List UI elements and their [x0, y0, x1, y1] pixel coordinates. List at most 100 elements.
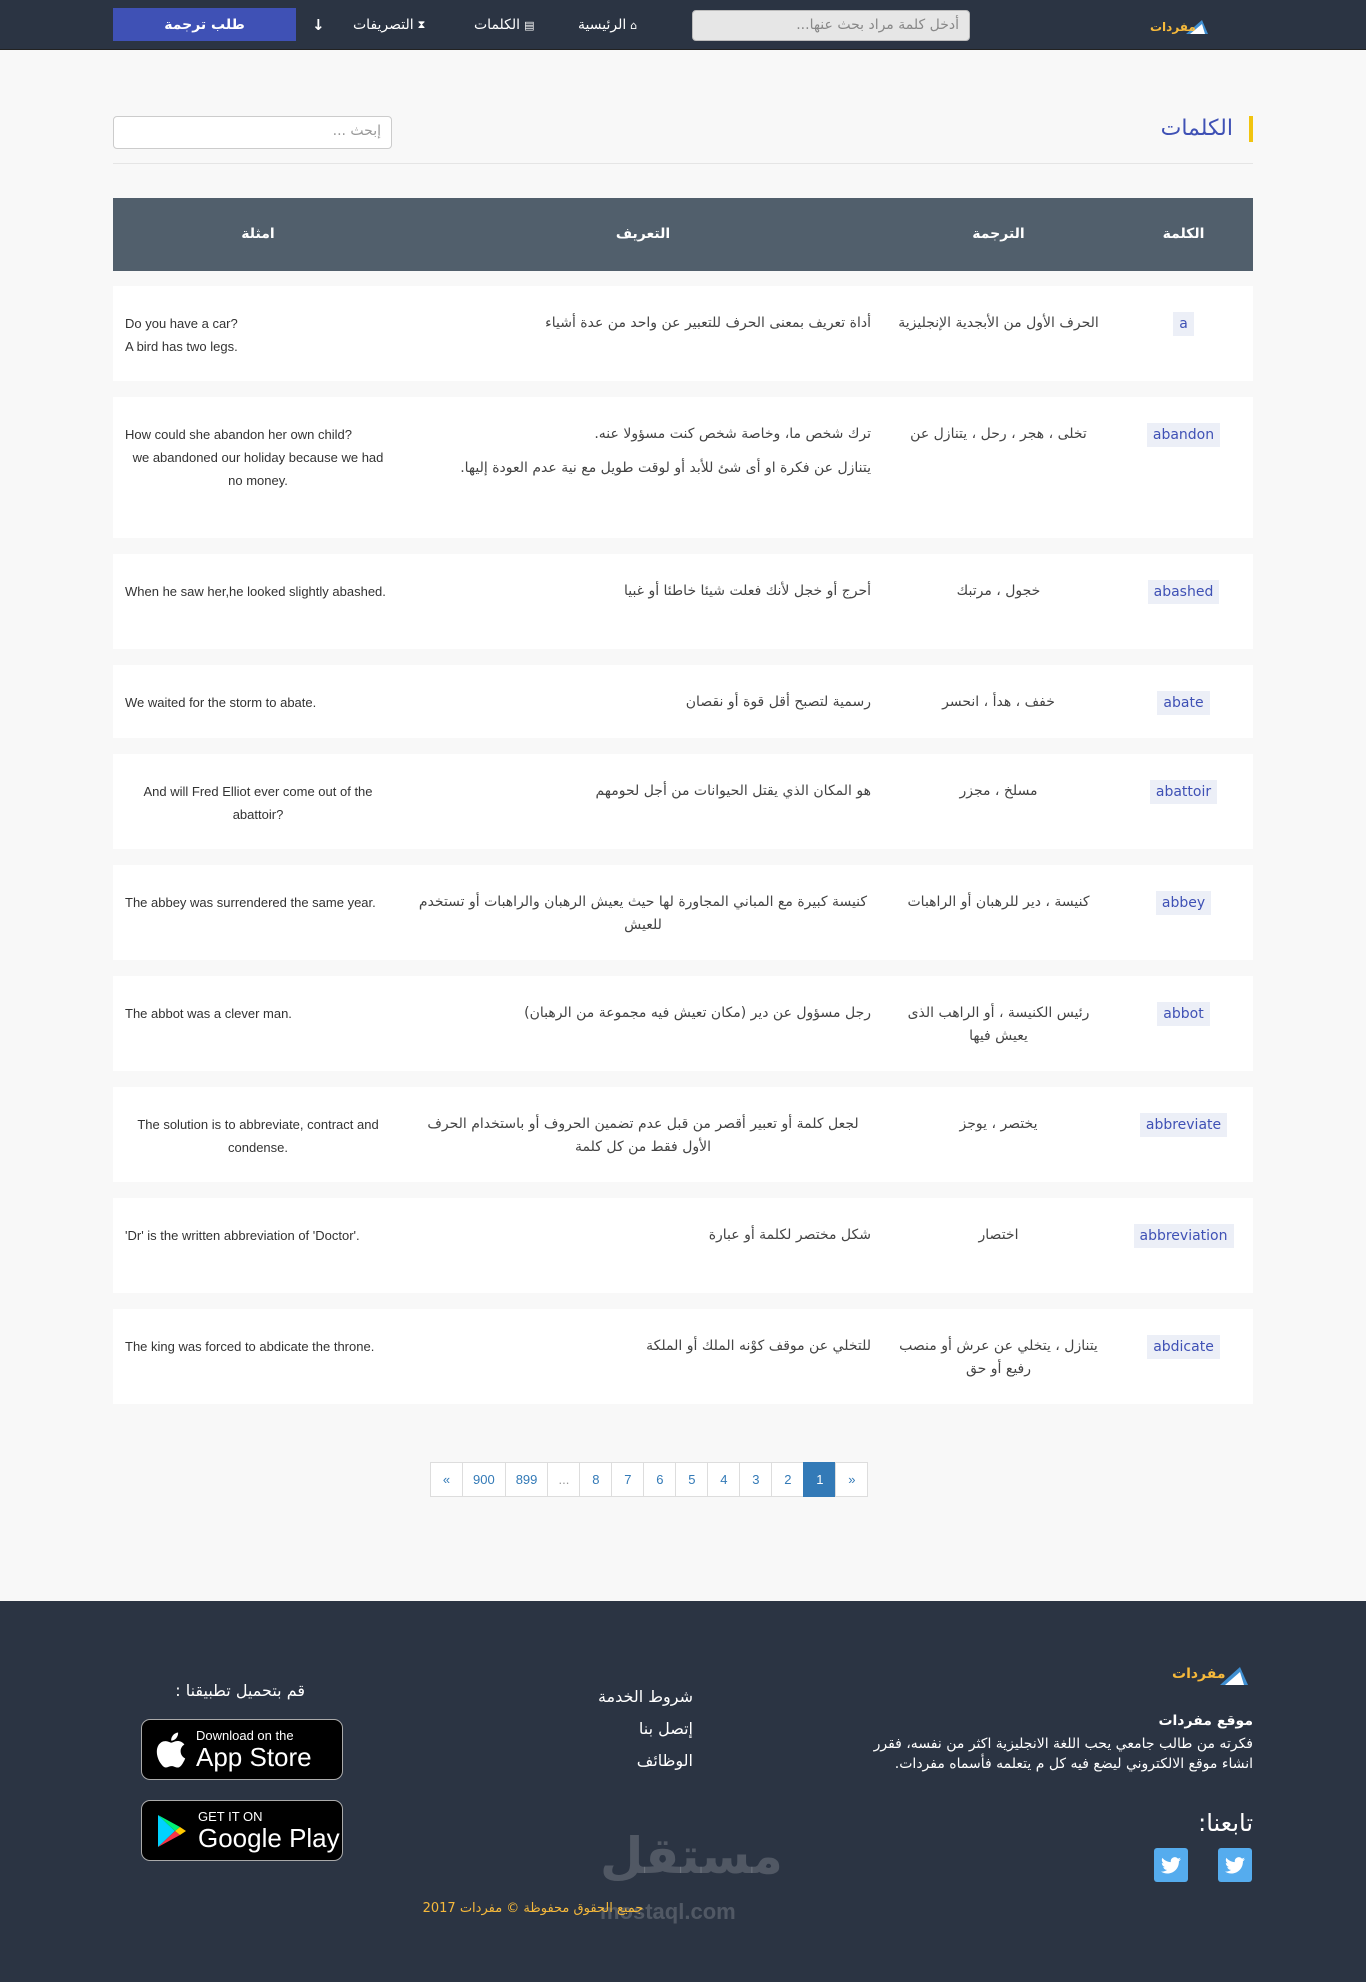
table-row: a الحرف الأول من الأبجدية الإنجليزية أدا… [113, 286, 1253, 381]
app-store-big: App Store [196, 1741, 312, 1772]
hourglass-icon: ⧗ [417, 18, 426, 31]
word-link[interactable]: abbreviate [1139, 1113, 1228, 1137]
table-row: abbot رئيس الكنيسة ، أو الراهب الذى يعيش… [113, 976, 1253, 1071]
word-link[interactable]: abbreviation [1133, 1224, 1234, 1248]
word-link[interactable]: abate [1157, 691, 1210, 715]
nav-conjugations-label: التصريفات [353, 17, 414, 33]
example-text: The abbot was a clever man. [125, 1006, 292, 1021]
footer-links: شروط الخدمة إتصل بنا الوظائف [598, 1681, 693, 1777]
nav-download[interactable]: ↓ [312, 0, 325, 50]
translation-text: يختصر ، يوجز [959, 1116, 1038, 1132]
page-prev-button[interactable]: » [835, 1462, 869, 1497]
page-1-button-active[interactable]: 1 [803, 1462, 837, 1497]
definition-text: رجل مسؤول عن دير (مكان تعيش فيه مجموعة م… [524, 1005, 871, 1021]
col-definition: التعريف [615, 226, 671, 242]
definition-text: يتنازل عن فكرة او أى شئ للأبد أو لوقت طو… [460, 460, 871, 476]
request-translation-button[interactable]: طلب ترجمة [113, 8, 296, 41]
col-translation: الترجمة [972, 226, 1025, 242]
definition-text: أداة تعريف بمعنى الحرف للتعبير عن واحد م… [545, 315, 871, 331]
watermark-logo: مستقل [600, 1827, 783, 1885]
copyright-text: جميع الحقوق محفوظة © مفردات 2017 [422, 1901, 644, 1916]
definition-text: ترك شخص ما، وخاصة شخص كنت مسؤولا عنه. [594, 426, 871, 442]
footer-logo[interactable]: مفردات [1170, 1659, 1250, 1689]
nav-words-label: الكلمات [474, 17, 521, 33]
word-link[interactable]: abandon [1146, 423, 1221, 447]
twitter-icon [1161, 1856, 1181, 1873]
word-link[interactable]: abashed [1147, 580, 1220, 604]
example-text: When he saw her,he looked slightly abash… [125, 584, 386, 599]
app-store-badge[interactable]: Download on the App Store [141, 1719, 343, 1780]
translation-text: مسلخ ، مجزر [959, 783, 1038, 799]
twitter-button[interactable] [1218, 1848, 1252, 1882]
example-text: A bird has two legs. [125, 339, 238, 354]
nav-conjugations[interactable]: ⧗ التصريفات [353, 0, 425, 50]
page-header: الكلمات إبحث ... [113, 116, 1253, 164]
table-row: abashed خجول ، مرتبك أحرج أو خجل لأنك فع… [113, 554, 1253, 649]
terms-link[interactable]: شروط الخدمة [598, 1681, 693, 1713]
site-logo[interactable]: مفردات [1150, 14, 1210, 38]
word-link[interactable]: abbey [1155, 891, 1212, 915]
translation-text: تخلى ، هجر ، رحل ، يتنازل عن [910, 426, 1087, 442]
twitter-icon [1225, 1856, 1245, 1873]
translation-text: رئيس الكنيسة ، أو الراهب الذى يعيش فيها [907, 1005, 1090, 1044]
site-footer: مفردات موقع مفردات فكرته من طالب جامعي ي… [0, 1601, 1366, 1982]
page-5-button[interactable]: 5 [675, 1462, 709, 1497]
table-row: abate خفف ، هدأ ، انحسر رسمية لتصبح أقل … [113, 665, 1253, 738]
word-link[interactable]: abattoir [1149, 780, 1218, 804]
page-2-button[interactable]: 2 [771, 1462, 805, 1497]
example-text: How could she abandon her own child? [125, 427, 352, 442]
definition-text: شكل مختصر لكلمة أو عبارة [708, 1227, 871, 1243]
translation-text: الحرف الأول من الأبجدية الإنجليزية [898, 315, 1099, 331]
home-icon: ⌂ [630, 18, 638, 32]
table-row: abattoir مسلخ ، مجزر هو المكان الذي يقتل… [113, 754, 1253, 849]
page-6-button[interactable]: 6 [643, 1462, 677, 1497]
page-900-button[interactable]: 900 [462, 1462, 506, 1497]
app-store-small: Download on the [196, 1727, 294, 1743]
google-play-badge[interactable]: GET IT ON Google Play [141, 1800, 343, 1861]
table-row: abdicate يتنازل ، يتخلي عن عرش أو منصب ر… [113, 1309, 1253, 1404]
follow-us-label: تابعنا: [1198, 1809, 1253, 1837]
footer-logo-text: مفردات [1172, 1666, 1226, 1682]
page-ellipsis: ... [547, 1462, 581, 1497]
pagination: « 900 899 ... 8 7 6 5 4 3 2 1 » [430, 1462, 869, 1497]
table-row: abbey كنيسة ، دير للرهبان أو الراهبات كن… [113, 865, 1253, 960]
page-7-button[interactable]: 7 [611, 1462, 645, 1497]
logo-text: مفردات [1150, 20, 1196, 34]
page-next-button[interactable]: « [430, 1462, 463, 1497]
jobs-link[interactable]: الوظائف [598, 1745, 693, 1777]
col-examples: امثلة [241, 226, 275, 242]
definition-text: أحرج أو خجل لأنك فعلت شيئا خاطئا أو غبيا [623, 583, 871, 599]
nav-home-label: الرئيسية [578, 17, 627, 33]
word-link[interactable]: a [1173, 312, 1194, 336]
page-8-button[interactable]: 8 [579, 1462, 613, 1497]
definition-text: هو المكان الذي يقتل الحيوانات من أجل لحو… [595, 783, 871, 799]
table-header: الكلمة الترجمة التعريف امثلة [113, 198, 1253, 271]
google-play-icon [158, 1814, 186, 1847]
google-play-small: GET IT ON [198, 1808, 263, 1824]
twitter-button[interactable] [1154, 1848, 1188, 1882]
nav-words[interactable]: ▤ الكلمات [474, 0, 534, 50]
page-899-button[interactable]: 899 [504, 1462, 549, 1497]
example-text: Do you have a car? [125, 316, 238, 331]
global-search-input[interactable]: أدخل كلمة مراد بحث عنها... [692, 10, 970, 41]
definition-text: للتخلي عن موقف كوْنه الملك أو الملكة [646, 1338, 871, 1354]
words-search-input[interactable]: إبحث ... [113, 116, 392, 149]
example-text: The abbey was surrendered the same year. [125, 895, 376, 910]
table-row: abandon تخلى ، هجر ، رحل ، يتنازل عن ترك… [113, 397, 1253, 538]
example-text: we abandoned our holiday because we had … [132, 450, 384, 488]
translation-text: خجول ، مرتبك [956, 583, 1041, 599]
word-link[interactable]: abbot [1157, 1002, 1210, 1026]
definition-text: كنيسة كبيرة مع المباني المجاورة لها حيث … [418, 894, 868, 933]
page-4-button[interactable]: 4 [707, 1462, 741, 1497]
definition-text: رسمية لتصبح أقل قوة أو نقصان [685, 694, 871, 710]
download-app-title: قم بتحميل تطبيقنا : [175, 1681, 305, 1700]
page-title: الكلمات [1161, 116, 1253, 142]
example-text: 'Dr' is the written abbreviation of 'Doc… [125, 1228, 360, 1243]
page-3-button[interactable]: 3 [739, 1462, 773, 1497]
translation-text: اختصار [978, 1227, 1019, 1243]
contact-link[interactable]: إتصل بنا [598, 1713, 693, 1745]
nav-home[interactable]: ⌂ الرئيسية [578, 0, 637, 50]
definition-text: لجعل كلمة أو تعبير أقصر من قبل عدم تضمين… [427, 1116, 859, 1155]
word-link[interactable]: abdicate [1147, 1335, 1220, 1359]
example-text: And will Fred Elliot ever come out of th… [143, 784, 373, 822]
